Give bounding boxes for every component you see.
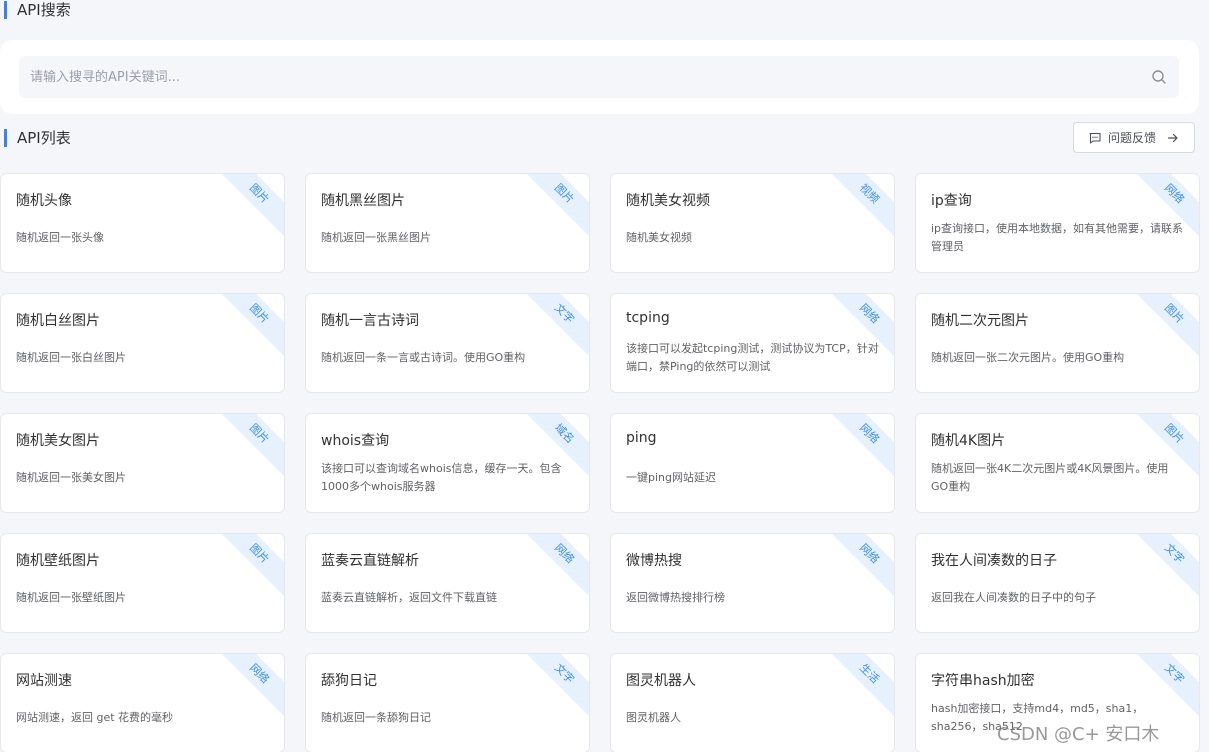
api-card-title: 随机美女图片 <box>16 433 100 449</box>
api-card-description: 该接口可以查询域名whois信息，缓存一天。包含1000多个whois服务器 <box>321 462 562 493</box>
api-card[interactable]: 随机4K图片 随机返回一张4K二次元图片或4K风景图片。使用GO重构 图片 <box>915 413 1200 513</box>
api-card-description: 随机返回一张黑丝图片 <box>321 231 431 244</box>
api-card[interactable]: whois查询该接口可以查询域名whois信息，缓存一天。包含1000多个who… <box>305 413 590 513</box>
api-card-description: 返回微博热搜排行榜 <box>626 591 725 604</box>
api-card-description: 随机返回一张白丝图片 <box>16 351 126 364</box>
api-card-title: 随机头像 <box>16 193 72 209</box>
api-card[interactable]: 随机壁纸图片 随机返回一张壁纸图片 图片 <box>0 533 285 633</box>
api-card[interactable]: 随机二次元图片 随机返回一张二次元图片。使用GO重构 图片 <box>915 293 1200 393</box>
api-card-description: 随机返回一条舔狗日记 <box>321 711 431 724</box>
api-card[interactable]: 随机黑丝图片 随机返回一张黑丝图片 图片 <box>305 173 590 273</box>
api-card[interactable]: 随机一言古诗词 随机返回一条一言或古诗词。使用GO重构 文字 <box>305 293 590 393</box>
api-card-description: ip查询接口，使用本地数据，如有其他需要，请联系管理员 <box>931 222 1184 253</box>
api-card-grid: 随机头像 随机返回一张头像 图片 随机黑丝图片 随机返回一张黑丝图片 图片 随机美女视频 随机… <box>0 173 1200 752</box>
api-card-title: 网站测速 <box>16 673 72 689</box>
api-card-title: 蓝奏云直链解析 <box>321 553 419 569</box>
search-card <box>0 40 1199 114</box>
api-card[interactable]: 随机白丝图片 随机返回一张白丝图片 图片 <box>0 293 285 393</box>
api-card-description: 随机返回一张美女图片 <box>16 471 126 484</box>
api-card[interactable]: 我在人间凑数的日子 返回我在人间凑数的日子中的句子 文字 <box>915 533 1200 633</box>
watermark: CSDN @C+ 安口木 <box>997 724 1160 745</box>
api-card-title: 图灵机器人 <box>626 673 696 689</box>
api-card-description: 网站测速，返回 get 花费的毫秒 <box>16 711 174 724</box>
api-card-title: 随机4K图片 <box>931 433 1006 449</box>
api-card-title: 随机一言古诗词 <box>321 313 419 329</box>
api-card-description: 随机返回一张壁纸图片 <box>16 591 126 604</box>
api-card[interactable]: 蓝奏云直链解析 蓝奏云直链解析，返回文件下载直链 网络 <box>305 533 590 633</box>
api-card-title: ping <box>626 430 657 446</box>
api-card-description: 随机返回一张二次元图片。使用GO重构 <box>931 351 1125 364</box>
api-card-description: 一键ping网站延迟 <box>626 471 716 484</box>
search-icon[interactable] <box>1151 69 1167 85</box>
search-input[interactable] <box>19 56 1139 98</box>
api-card-title: 字符串hash加密 <box>931 673 1035 689</box>
api-card[interactable]: 微博热搜 返回微博热搜排行榜 网络 <box>610 533 895 633</box>
api-card[interactable]: 随机头像 随机返回一张头像 图片 <box>0 173 285 273</box>
api-card[interactable]: 随机美女视频 随机美女视频 视频 <box>610 173 895 273</box>
api-card[interactable]: 随机美女图片 随机返回一张美女图片 图片 <box>0 413 285 513</box>
api-card-title: 随机黑丝图片 <box>321 193 405 209</box>
api-card-description: 蓝奏云直链解析，返回文件下载直链 <box>321 591 497 604</box>
api-card[interactable]: tcping 该接口可以发起tcping测试，测试协议为TCP，针对端口，禁Pin… <box>610 293 895 393</box>
api-card-title: whois查询 <box>321 433 390 449</box>
api-card-description: 该接口可以发起tcping测试，测试协议为TCP，针对端口，禁Ping的依然可以… <box>626 342 879 373</box>
api-card-title: 舔狗日记 <box>321 673 377 689</box>
api-card[interactable]: ping 一键ping网站延迟 网络 <box>610 413 895 513</box>
api-card-title: 随机美女视频 <box>626 193 710 209</box>
api-card-description: 随机返回一张4K二次元图片或4K风景图片。使用GO重构 <box>931 462 1169 493</box>
list-section-title: API列表 <box>4 129 71 147</box>
search-section-title: API搜索 <box>4 1 71 19</box>
api-card-description: 随机返回一条一言或古诗词。使用GO重构 <box>321 351 526 364</box>
api-card-description: 随机返回一张头像 <box>16 231 104 244</box>
api-card[interactable]: 图灵机器人 图灵机器人 生活 <box>610 653 895 752</box>
api-card-description: 随机美女视频 <box>626 231 692 244</box>
arrow-right-icon <box>1167 133 1178 142</box>
api-card-title: 随机二次元图片 <box>931 313 1029 329</box>
api-card-description: 返回我在人间凑数的日子中的句子 <box>931 591 1096 604</box>
api-card-title: 我在人间凑数的日子 <box>931 553 1057 569</box>
api-card[interactable]: ip查询 ip查询接口，使用本地数据，如有其他需要，请联系管理员 网络 <box>915 173 1200 273</box>
api-card-title: 随机白丝图片 <box>16 313 100 329</box>
api-card-title: tcping <box>626 310 670 326</box>
message-icon <box>1089 132 1101 144</box>
search-box[interactable] <box>19 56 1179 98</box>
api-card[interactable]: 网站测速 网站测速，返回 get 花费的毫秒 网络 <box>0 653 285 752</box>
api-card-title: 微博热搜 <box>626 553 682 569</box>
api-card-title: 随机壁纸图片 <box>16 553 100 569</box>
api-card-title: ip查询 <box>931 193 972 209</box>
feedback-label: 问题反馈 <box>1107 131 1156 145</box>
feedback-button[interactable]: 问题反馈 <box>1073 122 1195 153</box>
api-card-description: 图灵机器人 <box>626 711 681 724</box>
api-card[interactable]: 舔狗日记 随机返回一条舔狗日记 文字 <box>305 653 590 752</box>
